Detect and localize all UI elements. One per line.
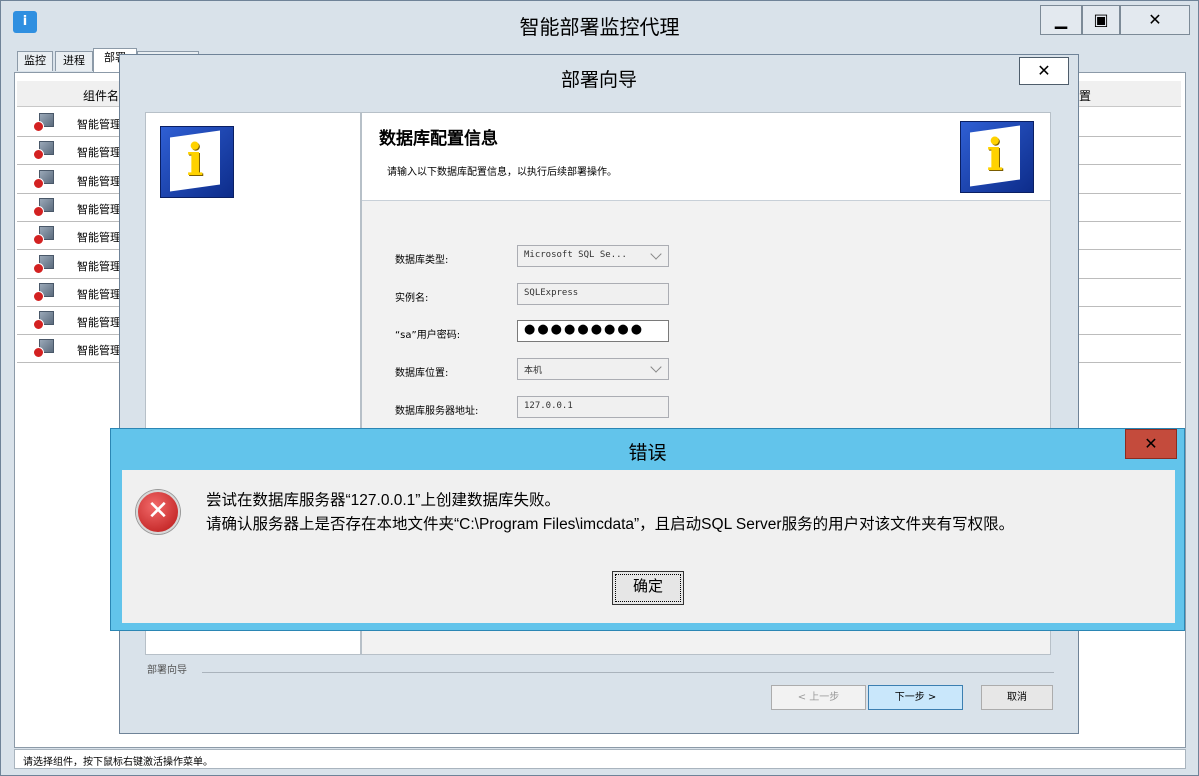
column-header-name[interactable]: 组件名 (83, 87, 119, 104)
instance-label: 实例名: (395, 293, 429, 304)
error-title: 错误 (628, 442, 667, 464)
tab-monitor[interactable]: 监控 (17, 51, 53, 71)
error-dialog: 错误 ✕ ✕ 尝试在数据库服务器“127.0.0.1”上创建数据库失败。 请确认… (110, 428, 1185, 631)
column-header-position[interactable]: 置 (1079, 87, 1091, 104)
cancel-button[interactable]: 取消 (981, 685, 1053, 710)
prev-button[interactable]: < 上一步 (771, 685, 866, 710)
window-title: 智能部署监控代理 (519, 15, 680, 39)
db-type-select[interactable]: Microsoft SQL Se... (517, 245, 669, 267)
minimize-button[interactable]: ▁ (1040, 5, 1082, 35)
component-icon (33, 254, 55, 274)
ok-button[interactable]: 确定 (612, 571, 684, 605)
component-name: 智能管理 (77, 231, 121, 245)
wizard-section-label: 部署向导 (147, 665, 187, 676)
component-icon (33, 282, 55, 302)
component-name: 智能管理 (77, 316, 121, 330)
deploy-wizard-dialog: 部署向导 ✕ i 数据库配置信息 请输入以下数据库配置信息，以执行后续部署操作。… (119, 54, 1079, 734)
close-window-button[interactable]: ✕ (1120, 5, 1190, 35)
component-icon (33, 226, 55, 246)
db-location-label: 数据库位置: (395, 368, 449, 379)
component-name: 智能管理 (77, 259, 121, 273)
main-titlebar: i 智能部署监控代理 ▁ ▣ ✕ (1, 1, 1198, 43)
component-name: 智能管理 (77, 202, 121, 216)
component-name: 智能管理 (77, 287, 121, 301)
component-name: 智能管理 (77, 344, 121, 358)
error-body: ✕ 尝试在数据库服务器“127.0.0.1”上创建数据库失败。 请确认服务器上是… (122, 470, 1175, 623)
divider (202, 672, 1054, 673)
db-server-label: 数据库服务器地址: (395, 406, 479, 417)
sa-password-field[interactable]: ●●●●●●●●● (517, 320, 669, 342)
info-icon: i (160, 126, 234, 200)
status-text: 请选择组件，按下鼠标右键激活操作菜单。 (23, 757, 213, 768)
wizard-close-button[interactable]: ✕ (1019, 57, 1069, 85)
component-name: 智能管理 (77, 118, 121, 131)
component-name: 智能管理 (77, 146, 121, 160)
instance-field[interactable]: SQLExpress (517, 283, 669, 305)
component-icon (33, 339, 55, 359)
sa-password-label: “sa”用户密码: (395, 330, 461, 341)
wizard-header: 数据库配置信息 请输入以下数据库配置信息，以执行后续部署操作。 i (362, 113, 1050, 201)
error-close-button[interactable]: ✕ (1125, 429, 1177, 459)
info-icon: i (960, 121, 1034, 195)
db-server-field[interactable]: 127.0.0.1 (517, 396, 669, 418)
error-message-line-1: 尝试在数据库服务器“127.0.0.1”上创建数据库失败。 (206, 492, 560, 509)
wizard-title: 部署向导 (560, 69, 637, 91)
component-icon (33, 113, 55, 132)
wizard-heading: 数据库配置信息 (379, 129, 498, 149)
component-icon (33, 169, 55, 189)
error-message-line-2: 请确认服务器上是否存在本地文件夹“C:\Program Files\imcdat… (206, 516, 1015, 533)
tab-process[interactable]: 进程 (55, 51, 93, 71)
db-type-label: 数据库类型: (395, 255, 449, 266)
component-icon (33, 311, 55, 331)
component-icon (33, 141, 55, 161)
status-bar: 请选择组件，按下鼠标右键激活操作菜单。 (14, 749, 1186, 769)
error-icon: ✕ (136, 490, 180, 534)
db-location-select[interactable]: 本机 (517, 358, 669, 380)
wizard-subheading: 请输入以下数据库配置信息，以执行后续部署操作。 (387, 167, 617, 178)
next-button[interactable]: 下一步 > (868, 685, 963, 710)
component-name: 智能管理 (77, 174, 121, 188)
maximize-button[interactable]: ▣ (1082, 5, 1120, 35)
component-icon (33, 197, 55, 217)
